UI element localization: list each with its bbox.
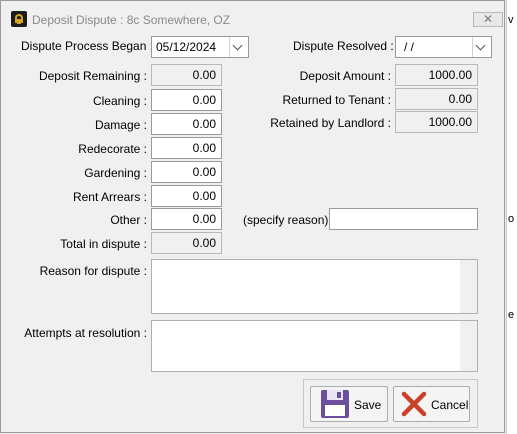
- dispute-began-label: Dispute Process Began :: [21, 39, 154, 53]
- gardening-input[interactable]: 0.00: [151, 161, 222, 183]
- title-bar[interactable]: Deposit Dispute : 8c Somewhere, OZ ✕: [1, 1, 504, 29]
- returned-to-tenant-label: Returned to Tenant :: [282, 93, 391, 107]
- gardening-label: Gardening :: [84, 166, 147, 180]
- total-in-dispute-field: 0.00: [151, 232, 222, 254]
- deposit-amount-label: Deposit Amount :: [299, 69, 391, 83]
- background-text: o: [508, 213, 515, 225]
- deposit-amount-field: 1000.00: [395, 64, 478, 86]
- attempts-at-resolution-label: Attempts at resolution :: [24, 326, 147, 340]
- retained-by-landlord-label: Retained by Landlord :: [270, 116, 391, 130]
- button-panel: Save Cancel: [303, 379, 478, 428]
- save-button[interactable]: Save: [310, 386, 388, 422]
- chevron-down-icon[interactable]: [229, 37, 248, 57]
- returned-to-tenant-field: 0.00: [395, 88, 478, 110]
- redecorate-input[interactable]: 0.00: [151, 137, 222, 159]
- damage-input[interactable]: 0.00: [151, 113, 222, 135]
- dispute-began-date-picker[interactable]: 05/12/2024: [151, 36, 249, 58]
- dispute-resolved-value: / /: [404, 40, 415, 54]
- chevron-down-icon[interactable]: [472, 37, 491, 57]
- specify-reason-input[interactable]: [329, 208, 478, 230]
- save-label: Save: [354, 398, 382, 412]
- dispute-began-value: 05/12/2024: [156, 40, 217, 54]
- background-text: v: [508, 14, 514, 26]
- attempts-scrollbar[interactable]: [460, 321, 477, 371]
- cancel-button[interactable]: Cancel: [393, 386, 470, 422]
- other-label: Other :: [110, 213, 147, 227]
- total-in-dispute-label: Total in dispute :: [60, 237, 147, 251]
- reason-for-dispute-label: Reason for dispute :: [39, 264, 147, 278]
- deposit-remaining-label: Deposit Remaining :: [38, 69, 147, 83]
- redecorate-label: Redecorate :: [78, 142, 147, 156]
- red-x-icon: [401, 391, 427, 417]
- other-input[interactable]: 0.00: [151, 208, 222, 230]
- cancel-label: Cancel: [431, 398, 469, 412]
- reason-for-dispute-textarea[interactable]: [151, 259, 478, 314]
- dispute-resolved-date-picker[interactable]: / /: [395, 36, 492, 58]
- dispute-resolved-label: Dispute Resolved :: [293, 39, 394, 53]
- rent-arrears-label: Rent Arrears :: [72, 190, 147, 204]
- close-icon: ✕: [482, 12, 494, 26]
- reason-scrollbar[interactable]: [460, 260, 477, 313]
- house-app-icon: [11, 11, 27, 27]
- rent-arrears-input[interactable]: 0.00: [151, 185, 222, 207]
- window-title: Deposit Dispute : 8c Somewhere, OZ: [32, 13, 231, 27]
- specify-reason-label: (specify reason): [243, 213, 329, 227]
- floppy-disk-icon: [321, 390, 349, 418]
- deposit-dispute-dialog: Deposit Dispute : 8c Somewhere, OZ ✕ Dis…: [0, 0, 505, 433]
- cleaning-label: Cleaning :: [92, 94, 147, 108]
- retained-by-landlord-field: 1000.00: [395, 111, 478, 133]
- damage-label: Damage :: [94, 118, 147, 132]
- cleaning-input[interactable]: 0.00: [151, 89, 222, 111]
- deposit-remaining-field: 0.00: [151, 64, 222, 86]
- attempts-at-resolution-textarea[interactable]: [151, 320, 478, 372]
- background-text: e: [508, 309, 515, 321]
- close-button[interactable]: ✕: [473, 12, 503, 27]
